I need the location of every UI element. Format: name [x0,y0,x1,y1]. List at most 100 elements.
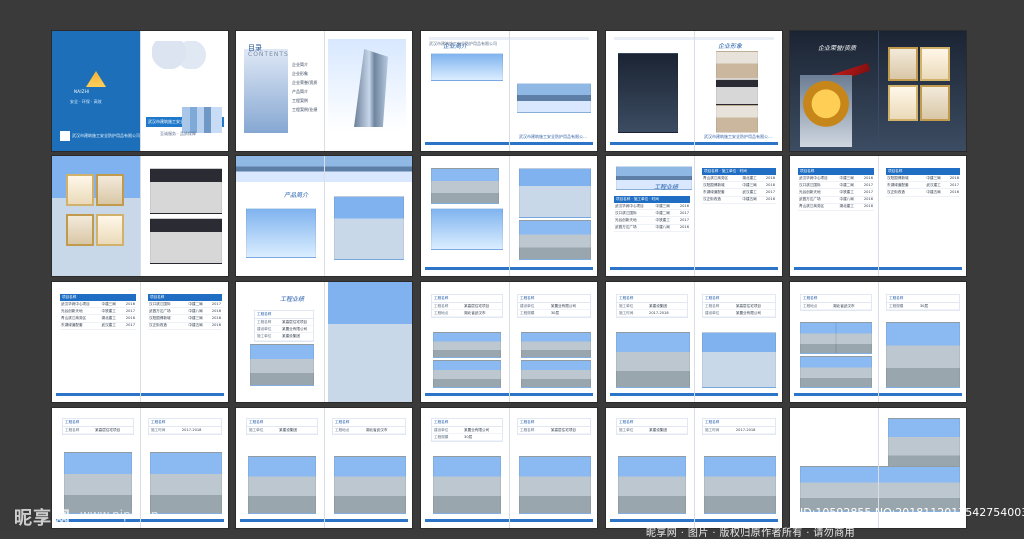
table-row: 汉阳国博新城 中建三局 2018 [702,182,776,190]
watermark-brand: 昵享网 [14,508,71,529]
case-photo-6 [521,360,591,388]
spread-table-3: 项目名称 武汉华润中心项目 中建三局 2016 光谷创新天地 中铁建工 2017 青山滨… [52,282,228,402]
header-small-text: 武汉市建筑施工安全防护用品有限公司 [429,41,497,46]
certificate-6 [96,174,124,206]
case-photo-12 [886,322,960,388]
spread-certificates [52,156,228,276]
table-row: 光谷创新天地 中铁建工 2017 [614,217,690,225]
table-col-contractor: 施工单位 [633,197,649,201]
case-photo-8 [702,332,776,388]
table-row: 汉正街改造 中建五局 2016 [702,197,776,204]
watermark-url: www.nipic.cn [80,508,159,522]
spread-fold [324,31,325,151]
case-photo-4 [433,360,501,388]
case-photo-17 [433,456,501,514]
spread-contents: 目录 CONTENTS 企业简介 企业形象 企业荣誉/资质 产品简介 工程案例 … [236,31,412,151]
section-title-honors: 企业荣誉/资质 [818,45,857,52]
case-photo-16 [334,456,406,514]
spread-fold [694,282,695,402]
reception-photo [618,53,678,133]
intro-text-block [431,53,503,81]
case-photo-5 [521,332,591,358]
meeting-room-photo [716,79,758,105]
contents-item: 工程案例 [292,98,308,103]
spread-fold [694,408,695,528]
construction-photo-2 [519,168,591,218]
contents-subtitle: CONTENTS [248,51,289,58]
certificate-7 [66,214,94,246]
projects-table-right-2: 项目名称 汉阳国博新城 中建三局 2018 东湖绿道配套 武汉建工 2017 汉正街改造… [886,168,960,197]
case-photo-21 [888,418,960,472]
spread-fold [140,31,141,151]
cover-brand: NAIZHI [74,89,90,94]
spread-engineering-cases-1: 工程业绩 工程名称 工程名称 某高层住宅项目 建设单位 某置业有限公司 施工单位 某建… [236,282,412,402]
spread-honors: 企业荣誉/资质 [790,31,966,151]
table-row: 东湖绿道配套 武汉建工 2017 [702,189,776,197]
spread-engineering-cases-3: 工程名称 施工单位 某建设集团 施工时间 2017-2018 工程名称 工程名称 某高… [606,282,782,402]
contents-item: 企业荣誉/资质 [292,80,318,85]
spread-fold [324,282,325,402]
brochure-spreads-canvas: NAIZHI 安全 · 环保 · 高效 武汉市建筑施工安全防护用品有限公司 至诚… [0,0,1024,539]
certificate-4 [920,85,950,121]
spread-engineering-table-1: 工程业绩 项目名称 · 施工单位 · 时间 武汉华润中心项目 中建三局 2016 汉… [606,156,782,276]
projects-table-left-2: 项目名称 武汉华润中心项目 中建三局 2016 汉口滨江国际 中建二局 2017 光谷创… [798,168,874,211]
office-photo [716,51,758,79]
spread-fold [878,156,879,276]
case-photo-1 [250,344,314,386]
cover-buildings-image [182,107,222,133]
world-map-decoration [152,41,208,69]
group-photo [150,168,222,214]
case-photo-15 [248,456,316,514]
spread-engineering-cases-8: 工程名称 施工单位 某建设集团 工程名称 施工时间 2017-2018 [606,408,782,528]
spread-fold [694,156,695,276]
spread-fold [509,31,510,151]
case-photo-13 [64,452,132,514]
cover-small-text: 武汉市建筑施工安全防护用品有限公司 [72,133,140,138]
cover-tagline: 安全 · 环保 · 高效 [70,99,102,104]
case-photo-7 [616,332,690,388]
spread-fold [878,282,879,402]
spread-fold [140,156,141,276]
contents-item: 产品简介 [292,89,308,94]
watermark-bottom-line: 昵享网 · 图片 · 版权归原作者所有 · 请勿商用 [646,528,856,539]
qr-code [60,131,70,141]
spread-company-image: 企业形象 武汉市建筑施工安全防护用品有限公司 · 工程案例 [606,31,782,151]
spread-fold [509,156,510,276]
footer-text: 武汉市建筑施工安全防护用品有限公司 · 工程案例 [704,134,774,139]
table-row: 武昌万达广场 中建八局 2016 [614,225,690,232]
case-photo-2 [328,282,412,402]
spread-cover: NAIZHI 安全 · 环保 · 高效 武汉市建筑施工安全防护用品有限公司 至诚… [52,31,228,151]
table-header: 项目名称 · 施工单位 · 时间 [702,168,776,175]
certificate-1 [888,47,918,81]
conference-photo [150,218,222,264]
product-text-block [246,208,316,258]
spread-engineering-cases-4: 工程名称 工程地点 湖北省武汉市 工程名称 工程规模 30层 [790,282,966,402]
section-title-engineering: 工程业绩 [654,184,679,191]
spread-engineering-cases-2: 工程名称 工程名称 某高层住宅项目 工程地点 湖北省武汉市 工程名称 建设单位 某置业… [421,282,597,402]
footer-text: 武汉市建筑施工安全防护用品有限公司 · 工程案例 [519,134,589,139]
contents-item: 工程案例/业绩 [292,107,318,112]
spread-engineering-cases-7: 工程名称 建设单位 某置业有限公司 工程规模 30层 工程名称 工程名称 某高层住宅项… [421,408,597,528]
product-diagram [334,196,404,260]
spread-fold [878,31,879,151]
spread-fold [324,408,325,528]
construction-photo-1 [431,168,499,204]
contents-item: 企业形象 [292,71,308,76]
contents-item: 企业简介 [292,62,308,67]
certificate-8 [96,214,124,246]
project-info-box: 工程名称 工程名称 某高层住宅项目 建设单位 某置业有限公司 施工单位 某建设集团 [254,310,314,342]
table-col-project: 项目名称 [616,197,631,201]
hallway-photo [716,105,758,133]
certificate-5 [66,174,94,206]
case-photo-20 [704,456,776,514]
spread-fold [324,156,325,276]
case-photo-11 [800,356,872,388]
case-photo-10 [836,322,872,354]
case-photo-14 [150,452,222,514]
text-block [431,208,503,250]
mountain-landscape-image [517,83,591,113]
trophy-image [800,75,852,147]
projects-table-right: 项目名称 · 施工单位 · 时间 青山滨江商务区 湖北建工 2018 汉阳国博新城中… [702,168,776,204]
watermark-id: ID:10592855 NO:20181120175427540035 [800,506,1024,519]
spread-engineering-cases-6: 工程名称 施工单位 某建设集团 工程名称 工程地点 湖北省武汉市 [236,408,412,528]
